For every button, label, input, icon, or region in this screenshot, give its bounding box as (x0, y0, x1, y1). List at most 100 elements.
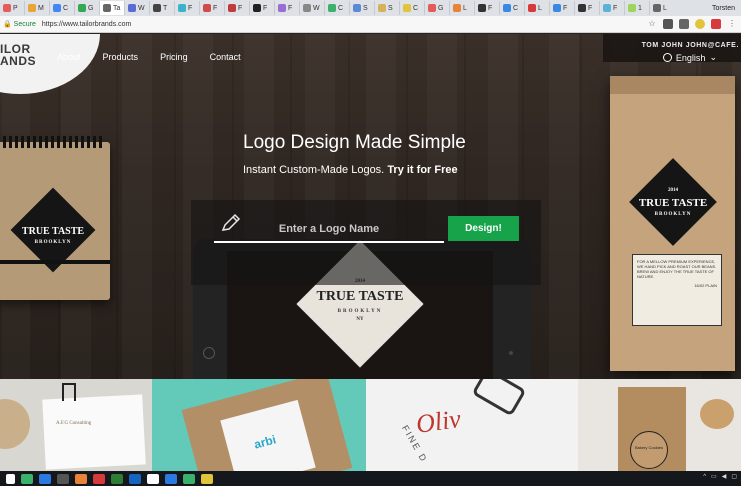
gallery-item-consulting[interactable]: A.F.G Consulting (0, 379, 152, 471)
gallery-item-olive[interactable]: Oliv FINE D (366, 379, 578, 471)
lock-icon: 🔒 (3, 21, 12, 28)
browser-tab[interactable]: G (425, 1, 450, 15)
tablet-badge-sub2: NY (356, 317, 364, 322)
browser-tab[interactable]: L (450, 1, 475, 15)
tab-label: L (663, 4, 667, 12)
chevron-up-icon[interactable]: ^ (703, 474, 706, 480)
browser-tab[interactable]: G (75, 1, 100, 15)
tab-favicon-icon (78, 4, 86, 12)
tab-label: 1 (638, 4, 642, 12)
extension-icon[interactable] (711, 19, 721, 29)
tab-label: F (238, 4, 243, 12)
tab-label: F (263, 4, 268, 12)
nav-contact[interactable]: Contact (210, 52, 241, 62)
design-button[interactable]: Design! (448, 216, 519, 241)
bookmark-star-icon[interactable]: ☆ (647, 19, 657, 29)
browser-tab[interactable]: M (25, 1, 50, 15)
logo-name-input[interactable] (214, 217, 444, 243)
site-logo[interactable]: ILOR ANDS (0, 43, 36, 67)
tab-label: S (388, 4, 393, 12)
tab-label: F (213, 4, 218, 12)
language-selector[interactable]: English ⌄ (662, 52, 717, 63)
taskbar-app-icon[interactable] (147, 473, 159, 484)
browser-tab[interactable]: F (600, 1, 625, 15)
bag-label-text: FOR A MELLOW PREMIUM EXPERIENCE, WE HAND… (637, 259, 717, 279)
taskbar-app-icon[interactable] (21, 473, 33, 484)
cookie-image (0, 399, 30, 449)
browser-tab[interactable]: F (225, 1, 250, 15)
tab-favicon-icon (603, 4, 611, 12)
browser-tab[interactable]: F (200, 1, 225, 15)
browser-tab[interactable]: P (0, 1, 25, 15)
gallery-bakery-label: Bakery Cookies (634, 445, 663, 450)
tab-label: G (438, 4, 444, 12)
browser-tab[interactable]: 1 (625, 1, 650, 15)
taskbar-app-icon[interactable] (165, 473, 177, 484)
browser-tab[interactable]: C (50, 1, 75, 15)
browser-tab[interactable]: F (275, 1, 300, 15)
browser-tab[interactable]: S (350, 1, 375, 15)
tab-label: F (188, 4, 193, 12)
taskbar-app-icon[interactable] (93, 473, 105, 484)
taskbar-app-icon[interactable] (57, 473, 69, 484)
secure-indicator[interactable]: 🔒 Secure (3, 20, 36, 28)
browser-tab[interactable]: F (475, 1, 500, 15)
browser-user-chip[interactable]: Torsten (671, 0, 741, 16)
tab-label: C (338, 4, 344, 12)
tab-favicon-icon (278, 4, 286, 12)
taskbar-app-icon[interactable] (183, 473, 195, 484)
tab-favicon-icon (328, 4, 336, 12)
start-icon[interactable] (6, 473, 15, 484)
tab-favicon-icon (628, 4, 636, 12)
browser-tab[interactable]: Ta (100, 1, 125, 15)
tab-favicon-icon (653, 4, 661, 12)
browser-tab[interactable]: W (125, 1, 150, 15)
extension-icon[interactable] (679, 19, 689, 29)
address-bar[interactable]: 🔒 Secure https://www.tailorbrands.com ☆ … (0, 16, 741, 33)
taskbar-app-icon[interactable] (129, 473, 141, 484)
tab-label: F (563, 4, 568, 12)
bag-label: FOR A MELLOW PREMIUM EXPERIENCE, WE HAND… (632, 254, 722, 326)
url-text[interactable]: https://www.tailorbrands.com (42, 21, 131, 28)
chevron-down-icon: ⌄ (709, 52, 717, 62)
browser-tab[interactable]: C (500, 1, 525, 15)
tab-label: F (613, 4, 618, 12)
nav-products[interactable]: Products (103, 52, 139, 62)
browser-tab[interactable]: F (175, 1, 200, 15)
browser-tab[interactable]: F (250, 1, 275, 15)
browser-tab[interactable]: F (550, 1, 575, 15)
account-name[interactable]: TOM JOHN JOHN@CAFE. (642, 42, 739, 49)
taskbar-app-icon[interactable] (111, 473, 123, 484)
network-icon[interactable]: ▭ (711, 473, 717, 480)
volume-icon[interactable]: ◀ (722, 473, 727, 480)
browser-tab[interactable]: W (300, 1, 325, 15)
browser-tab[interactable]: C (400, 1, 425, 15)
extension-icon[interactable] (695, 19, 705, 29)
taskbar-app-icon[interactable] (39, 473, 51, 484)
browser-tab[interactable]: C (325, 1, 350, 15)
tab-label: S (363, 4, 368, 12)
menu-icon[interactable]: ⋮ (727, 19, 737, 29)
message-icon[interactable]: ▢ (731, 473, 737, 480)
gallery-item-arbi[interactable]: arbi (152, 379, 366, 471)
tab-favicon-icon (253, 4, 261, 12)
browser-tab[interactable]: S (375, 1, 400, 15)
tab-favicon-icon (428, 4, 436, 12)
bakery-badge (630, 431, 668, 469)
tab-label: F (288, 4, 293, 12)
tab-favicon-icon (403, 4, 411, 12)
gallery-item-bakery[interactable]: Bakery Cookies (578, 379, 741, 471)
browser-tab-strip: PMCGTaWTFFFFFWCSSCGLFCLFFF1LCFL (0, 0, 741, 16)
tab-favicon-icon (478, 4, 486, 12)
nav-about[interactable]: About (57, 52, 81, 62)
extension-icon[interactable] (663, 19, 673, 29)
nav-pricing[interactable]: Pricing (160, 52, 188, 62)
taskbar-app-icon[interactable] (75, 473, 87, 484)
browser-tab[interactable]: T (150, 1, 175, 15)
tab-label: T (163, 4, 168, 12)
browser-tab[interactable]: F (575, 1, 600, 15)
browser-tab[interactable]: L (525, 1, 550, 15)
main-nav: About Products Pricing Contact (57, 52, 241, 62)
tablet-badge-main: TRUE TASTE (316, 289, 404, 304)
taskbar-app-icon[interactable] (201, 473, 213, 484)
